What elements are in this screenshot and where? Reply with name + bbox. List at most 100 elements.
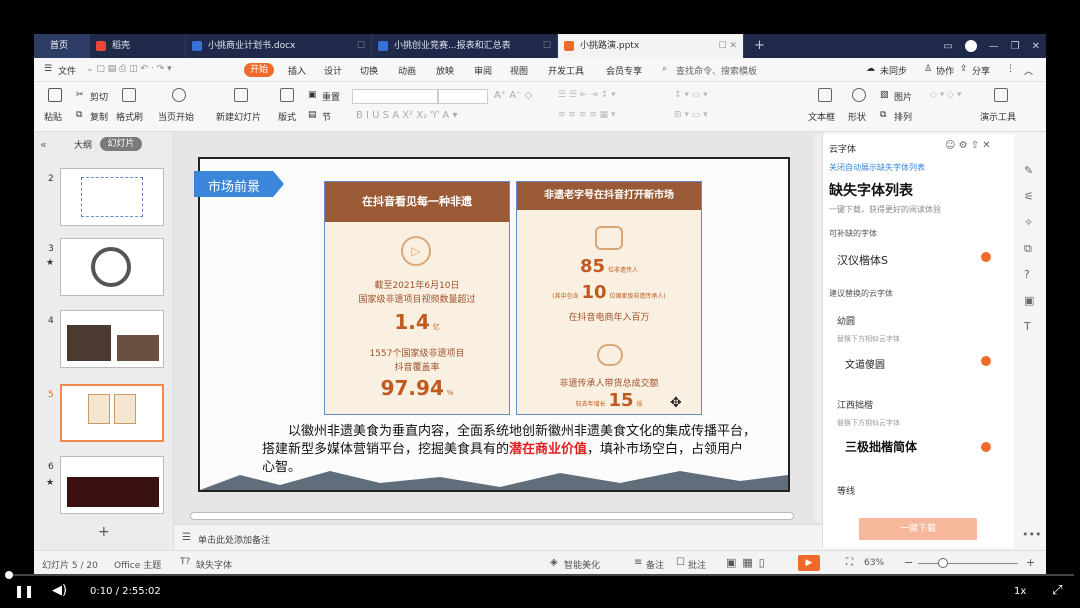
textbox-icon[interactable] [818, 88, 832, 102]
new-slide-icon[interactable] [234, 88, 248, 102]
reset-button[interactable]: 重置 [322, 90, 340, 103]
font-style-icons[interactable]: B I U S A X² X₂ ♈ A ▾ [356, 110, 457, 121]
section-button[interactable]: 节 [322, 110, 331, 123]
share-button[interactable]: 分享 [972, 64, 990, 77]
play-icon[interactable] [172, 88, 186, 102]
slide-thumbnail-4[interactable] [60, 310, 164, 368]
pause-icon[interactable]: ❚❚ [14, 584, 34, 598]
panel-title[interactable]: 云字体 [829, 142, 856, 155]
close-window-icon[interactable]: ✕ [1032, 41, 1040, 52]
collab-button[interactable]: 协作 [936, 64, 954, 77]
paste-button[interactable]: 粘贴 [44, 110, 62, 123]
missing-font-status[interactable]: 缺失字体 [196, 558, 232, 571]
restore-icon[interactable]: ❐ [1011, 41, 1020, 52]
format-painter-button[interactable]: 格式刷 [116, 110, 143, 123]
fill-icons[interactable]: ◇ ▾ ◇ ▾ [930, 90, 961, 100]
text-direction-icons[interactable]: ↕ ▾ ▭ ▾ [674, 90, 708, 100]
font-size-icons[interactable]: A⁺ A⁻ ◇ [494, 90, 532, 101]
download-all-button[interactable]: 一键下载 [859, 518, 977, 540]
menu-design[interactable]: 设计 [324, 64, 342, 77]
zoom-out-icon[interactable]: − [904, 556, 913, 569]
from-current-button[interactable]: 当页开始 [158, 110, 194, 123]
menu-slideshow[interactable]: 放映 [436, 64, 454, 77]
menu-view[interactable]: 视图 [510, 64, 528, 77]
presentation-tools-button[interactable]: 演示工具 [980, 110, 1016, 123]
download-icon[interactable] [981, 356, 991, 366]
layout-button[interactable]: 版式 [278, 110, 296, 123]
replacement-font[interactable]: 文道傻圆 [845, 356, 885, 371]
sync-status[interactable]: 未同步 [880, 64, 907, 77]
comment-button[interactable]: 批注 [688, 558, 706, 571]
more-icon[interactable]: ••• [1022, 528, 1041, 541]
tab-xlsx[interactable]: 小挑创业竞赛...报表和汇总表 ☐ [372, 34, 558, 58]
download-icon[interactable] [981, 442, 991, 452]
smart-beautify-button[interactable]: 智能美化 [564, 558, 600, 571]
new-tab-button[interactable]: + [754, 34, 765, 58]
play-slideshow-button[interactable]: ▶ [798, 555, 820, 571]
tab-pptx[interactable]: 小挑路演.pptx ☐ ✕ [558, 34, 744, 58]
download-icon[interactable] [981, 252, 991, 262]
tab-home[interactable]: 首页 [34, 34, 90, 58]
paragraph-icons[interactable]: ☰ ☰ ⇤ ⇥ ↕ ▾ [558, 90, 616, 100]
arrange-button[interactable]: 排列 [894, 110, 912, 123]
tab-outline[interactable]: 大纲 [74, 138, 92, 151]
add-slide-button[interactable]: + [98, 524, 110, 540]
slide-thumbnail-2[interactable] [60, 168, 164, 226]
cut-button[interactable]: 剪切 [90, 90, 108, 103]
brush-icon[interactable] [122, 88, 136, 102]
presentation-tools-icon[interactable] [994, 88, 1008, 102]
copy-button[interactable]: 复制 [90, 110, 108, 123]
sidebar-icons[interactable]: ✎ ⚟ ✧ ⧉? ▣ T [1024, 158, 1034, 340]
notes-button[interactable]: 备注 [646, 558, 664, 571]
shape-icon[interactable] [852, 88, 866, 102]
hamburger-icon[interactable]: ☰ [44, 64, 52, 74]
video-progress-thumb[interactable] [5, 571, 14, 579]
textbox-button[interactable]: 文本框 [808, 110, 835, 123]
replacement-font[interactable]: 三极拙楷简体 [845, 438, 917, 455]
font-size-select[interactable] [438, 89, 488, 104]
new-slide-button[interactable]: 新建幻灯片 [216, 110, 261, 123]
notes-placeholder[interactable]: 单击此处添加备注 [198, 533, 270, 546]
close-icon[interactable]: ☐ ✕ [719, 34, 737, 58]
close-auto-show-link[interactable]: 关闭自动展示缺失字体列表 [829, 162, 925, 173]
fit-icon[interactable]: ⛶ [846, 557, 853, 568]
collapse-panel-icon[interactable]: « [40, 138, 47, 151]
tab-slides[interactable]: 幻灯片 [100, 137, 142, 151]
picture-button[interactable]: 图片 [894, 90, 912, 103]
zoom-in-icon[interactable]: + [1026, 556, 1035, 569]
tab-docer[interactable]: 稻壳 [90, 34, 186, 58]
more-icon[interactable]: ⋮ [1006, 64, 1015, 74]
slide-thumbnail-3[interactable] [60, 238, 164, 296]
menu-member[interactable]: 会员专享 [606, 64, 642, 77]
menu-start[interactable]: 开始 [244, 63, 274, 77]
vertical-scrollbar[interactable] [814, 134, 822, 522]
font-name-select[interactable] [352, 89, 438, 104]
paste-icon[interactable] [48, 88, 62, 102]
layout-icon[interactable]: ▭ [943, 41, 952, 52]
menu-file[interactable]: 文件 [58, 64, 76, 77]
slide-thumbnail-6[interactable] [60, 456, 164, 514]
horizontal-scrollbar[interactable] [190, 512, 794, 520]
avatar[interactable] [964, 40, 977, 52]
layout-icon[interactable] [280, 88, 294, 102]
zoom-slider-thumb[interactable] [938, 558, 948, 568]
smart-shape-icons[interactable]: ⊞ ▾ ▭ ▾ [674, 110, 708, 120]
quick-access-icons[interactable]: ⌄ ▢ ▤ ⎙ ◫ ↶ · ↷ ▾ [86, 64, 172, 74]
zoom-level[interactable]: 63% [864, 558, 884, 568]
volume-icon[interactable]: ◀) [52, 583, 67, 598]
tab-docx[interactable]: 小挑商业计划书.docx ☐ [186, 34, 372, 58]
shape-button[interactable]: 形状 [848, 110, 866, 123]
playback-speed[interactable]: 1x [1014, 586, 1026, 597]
panel-header-icons[interactable]: ☺ ⚙ ⇧ ✕ [945, 140, 991, 151]
align-icons[interactable]: ≡ ≡ ≡ ≡ ▦ ▾ [558, 110, 616, 120]
slide-5[interactable]: 市场前景 在抖音看见每一种非遗 ▷ 截至2021年6月10日 国家级非遗项目视频… [194, 157, 790, 492]
command-search[interactable]: 查找命令、搜索模板 [676, 64, 757, 77]
minimize-icon[interactable]: — [989, 41, 999, 52]
menu-developer[interactable]: 开发工具 [548, 64, 584, 77]
collapse-ribbon-icon[interactable]: ︿ [1024, 64, 1033, 77]
menu-insert[interactable]: 插入 [288, 64, 306, 77]
video-progress-bar[interactable] [6, 574, 1074, 576]
menu-review[interactable]: 审阅 [474, 64, 492, 77]
slide-thumbnail-5[interactable] [60, 384, 164, 442]
fullscreen-icon[interactable]: ⤢ [1052, 583, 1062, 598]
